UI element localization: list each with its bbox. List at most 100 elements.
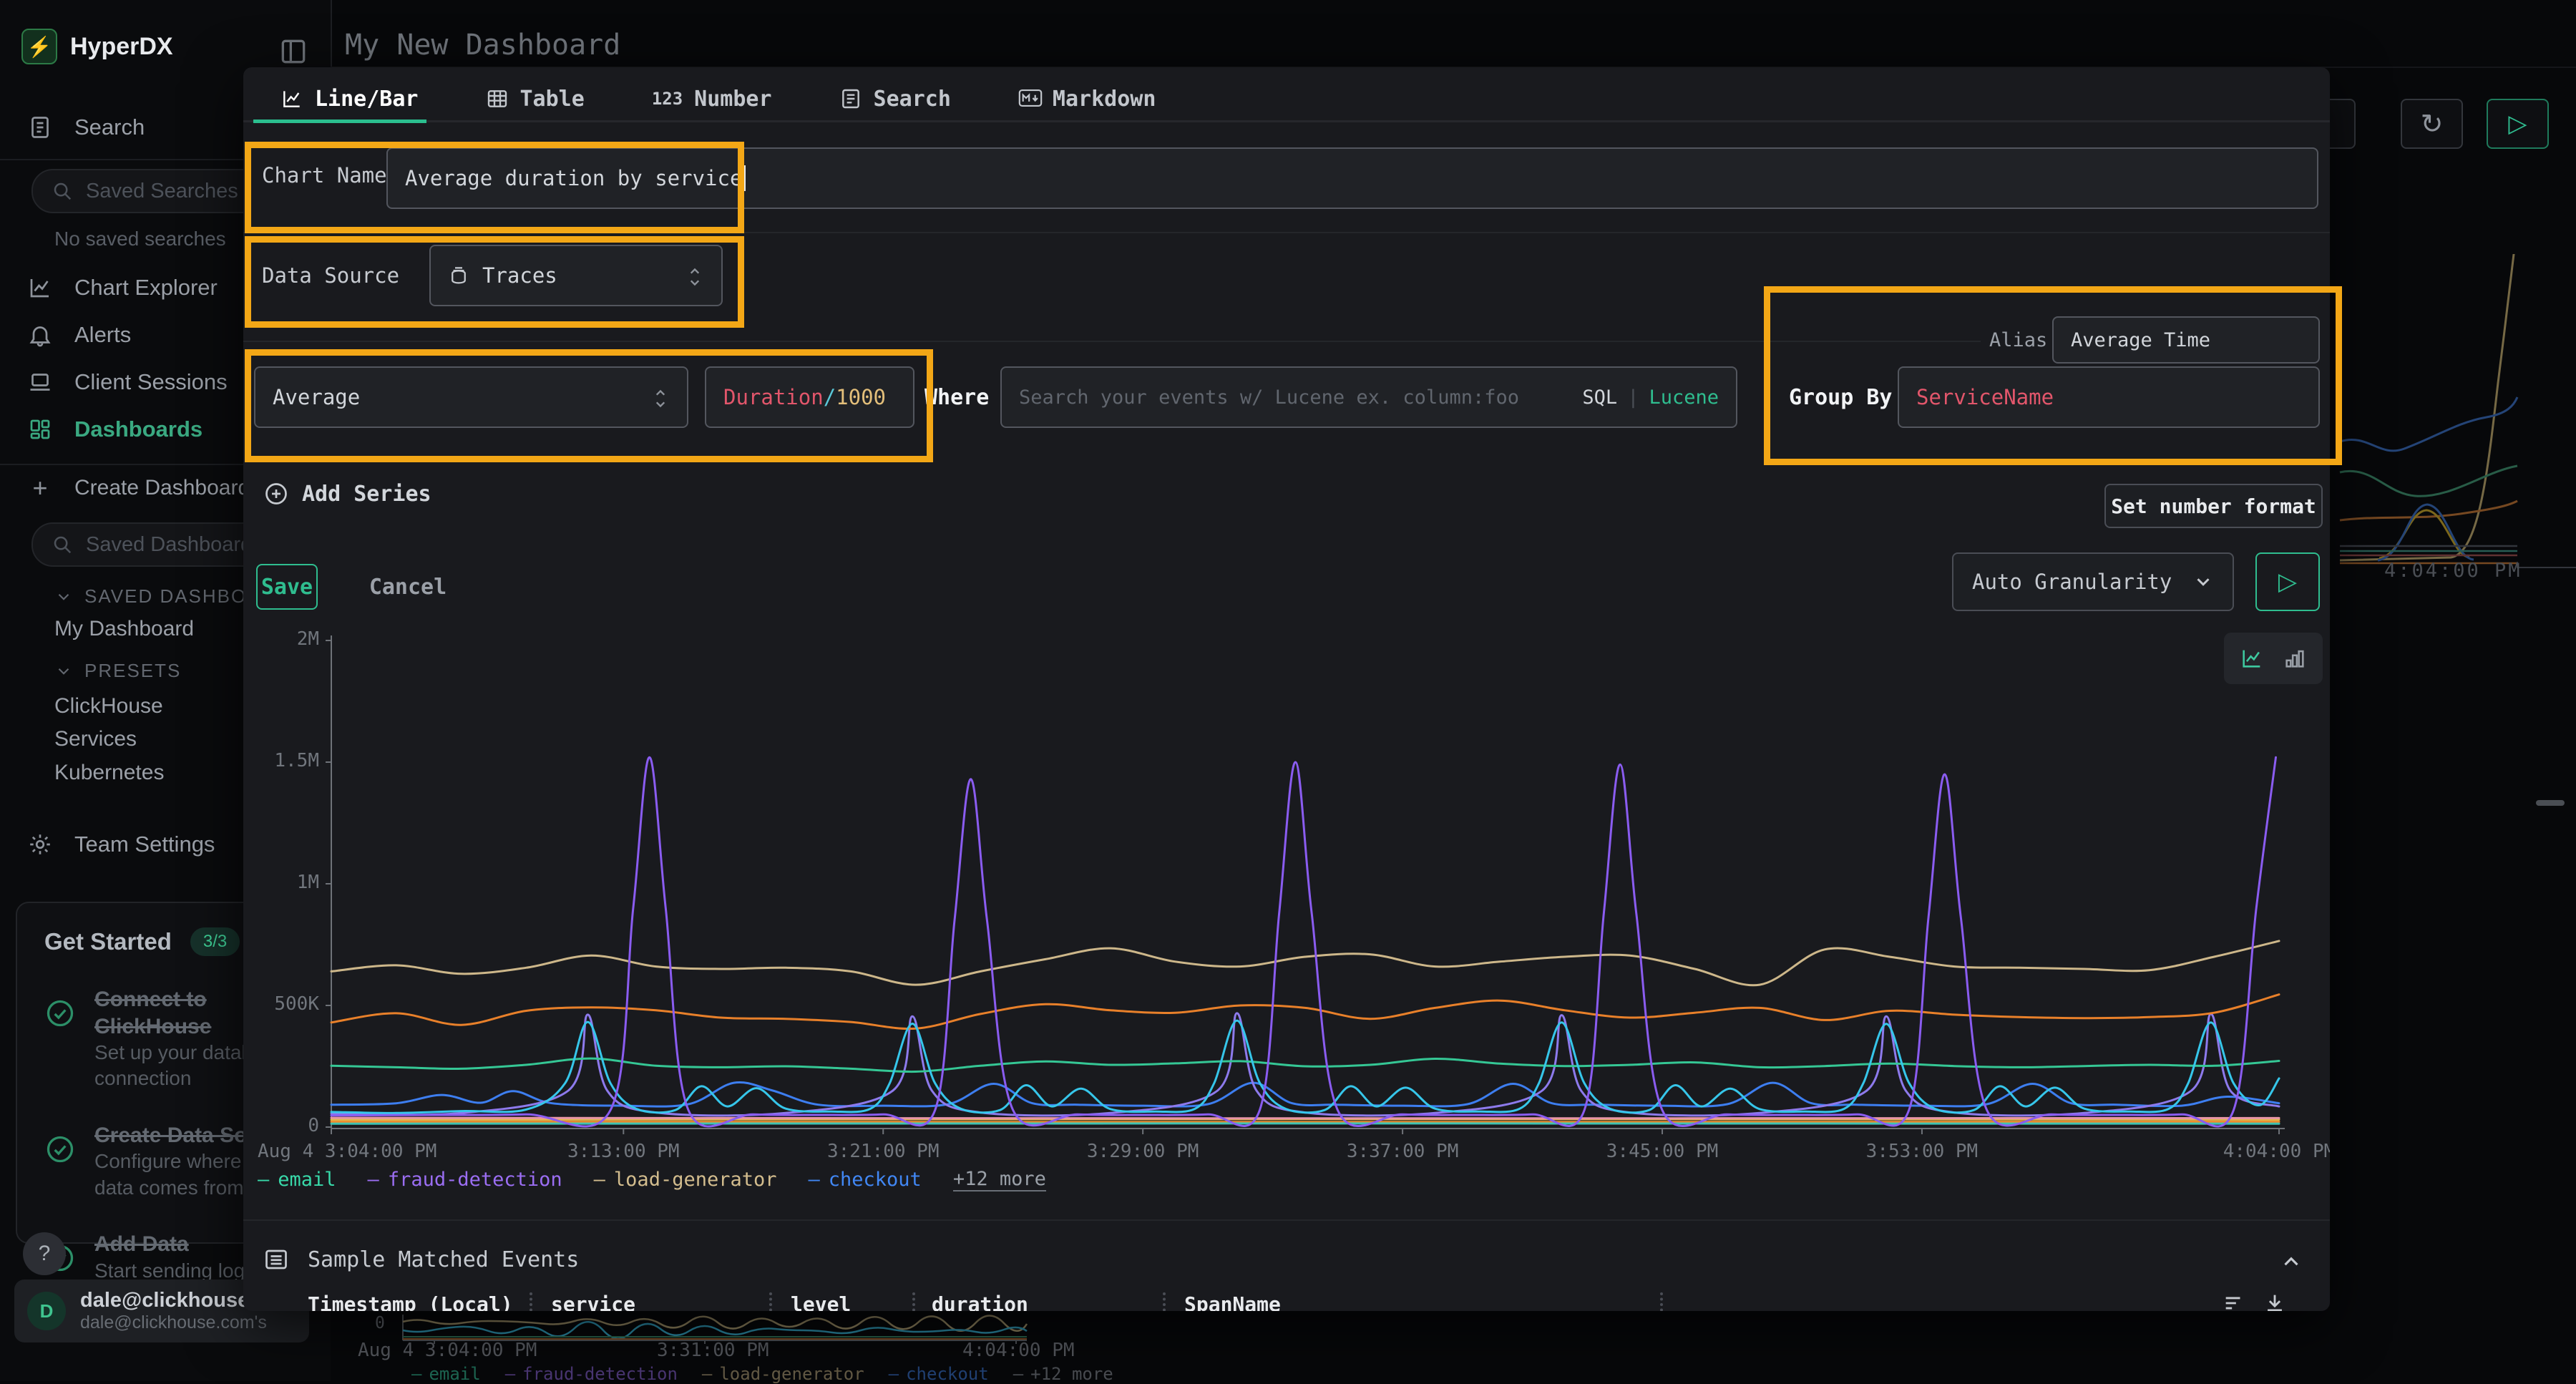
series-line-unlabeled-pink-flat[interactable] <box>331 1118 2279 1119</box>
series-line-fraud-detection[interactable] <box>331 757 2276 1126</box>
tab-label: Search <box>874 87 951 112</box>
database-icon <box>448 265 469 286</box>
column-separator[interactable] <box>769 1292 775 1311</box>
chevron-up-icon <box>2279 1249 2303 1274</box>
divider <box>243 341 1981 342</box>
timeseries-chart[interactable] <box>326 630 2286 1138</box>
panel-collapse-icon <box>278 36 309 67</box>
where-placeholder: Search your events w/ Lucene ex. column:… <box>1019 386 1519 409</box>
set-number-format-button[interactable]: Set number format <box>2104 484 2323 528</box>
plus-circle-icon <box>263 481 289 507</box>
x-axis-tick-label: 3:45:00 PM <box>1606 1141 1719 1162</box>
x-axis-tick-label: 3:29:00 PM <box>1087 1141 1199 1162</box>
expression-token: / <box>824 385 836 409</box>
table-column-header[interactable]: SpanName <box>1184 1292 1281 1311</box>
toggle-divider: | <box>1627 386 1639 409</box>
aggregation-select[interactable]: Average <box>254 366 688 428</box>
legend-more-button[interactable]: +12 more <box>953 1168 1046 1191</box>
sample-matched-events-header: Sample Matched Events <box>263 1247 579 1272</box>
alias-value: Average Time <box>2071 329 2210 351</box>
where-label: Where <box>924 385 989 410</box>
tab-number[interactable]: 123 Number <box>652 87 772 112</box>
table-column-header[interactable]: level <box>791 1292 851 1311</box>
sidebar-collapse-button[interactable] <box>278 36 309 67</box>
page-title: My New Dashboard <box>345 29 620 62</box>
data-source-value: Traces <box>482 263 557 288</box>
legend-dash: — <box>258 1169 269 1191</box>
column-separator[interactable] <box>912 1292 918 1311</box>
document-list-icon <box>839 87 862 110</box>
add-series-label: Add Series <box>302 482 431 507</box>
tab-table[interactable]: Table <box>486 87 585 112</box>
data-source-label: Data Source <box>262 263 399 288</box>
collapse-section-button[interactable] <box>2279 1249 2303 1274</box>
group-by-label: Group By <box>1789 385 1893 410</box>
table-icon <box>486 87 509 110</box>
table-column-header[interactable]: service <box>551 1292 635 1311</box>
y-axis-tick-label: 1.5M <box>249 750 319 771</box>
column-separator[interactable] <box>530 1292 535 1311</box>
legend-item-email[interactable]: —email <box>258 1169 336 1191</box>
granularity-value: Auto Granularity <box>1972 570 2172 594</box>
legend-label: load-generator <box>614 1169 777 1191</box>
dashboard-run-button[interactable]: ▷ <box>2487 99 2549 149</box>
lucene-toggle[interactable]: Lucene <box>1649 386 1719 409</box>
x-axis-tick-label: 3:53:00 PM <box>1866 1141 1979 1162</box>
background-chart-right <box>2336 254 2576 572</box>
refresh-icon: ↻ <box>2421 108 2444 140</box>
divider <box>243 232 2330 233</box>
series-line-load-generator[interactable] <box>331 941 2279 985</box>
tabs-divider <box>243 120 2330 122</box>
scrollbar-thumb[interactable] <box>2536 800 2565 806</box>
sort-icon[interactable] <box>2222 1291 2246 1311</box>
legend-dash: — <box>594 1169 605 1191</box>
alias-input[interactable]: Average Time <box>2052 316 2320 364</box>
cancel-button[interactable]: Cancel <box>358 564 458 610</box>
chart-name-label: Chart Name <box>262 163 387 187</box>
text-cursor <box>743 165 746 191</box>
sql-toggle[interactable]: SQL <box>1582 386 1617 409</box>
legend-item-checkout[interactable]: —checkout <box>809 1169 922 1191</box>
run-query-button[interactable]: ▷ <box>2255 552 2320 611</box>
save-button[interactable]: Save <box>256 564 318 610</box>
series-line-checkout[interactable] <box>331 1082 2279 1106</box>
tab-search[interactable]: Search <box>839 87 951 112</box>
y-axis-tick-label: 2M <box>249 628 319 650</box>
tab-label: Line/Bar <box>315 87 419 112</box>
sample-matched-events-title: Sample Matched Events <box>308 1247 579 1272</box>
tab-label: Markdown <box>1053 87 1156 112</box>
tab-markdown[interactable]: Markdown <box>1018 87 1156 112</box>
expression-input[interactable]: Duration/1000 <box>705 366 914 428</box>
download-icon[interactable] <box>2263 1291 2287 1311</box>
y-axis-tick-label: 500K <box>249 993 319 1015</box>
expression-token: Duration <box>723 385 824 409</box>
x-axis-tick-label: 4:04:00 PM <box>2223 1141 2330 1162</box>
granularity-select[interactable]: Auto Granularity <box>1952 552 2234 611</box>
legend-label: fraud-detection <box>388 1169 562 1191</box>
y-axis-tick-label: 1M <box>249 872 319 893</box>
series-line-unlabeled-orange[interactable] <box>331 995 2279 1029</box>
tab-label: Table <box>520 87 585 112</box>
bar-chart-toggle-icon[interactable] <box>2283 646 2307 671</box>
x-axis-tick-label: Aug 4 3:04:00 PM <box>258 1141 436 1162</box>
series-line-email[interactable] <box>331 1058 2279 1071</box>
y-axis-tick-label: 0 <box>249 1115 319 1136</box>
divider <box>243 1219 2330 1221</box>
chart-legend: —email—fraud-detection—load-generator—ch… <box>258 1168 1046 1191</box>
tab-line-bar[interactable]: Line/Bar <box>280 87 419 112</box>
column-separator[interactable] <box>1660 1292 1666 1311</box>
data-source-select[interactable]: Traces <box>429 245 723 306</box>
group-by-input[interactable]: ServiceName <box>1898 366 2320 428</box>
legend-item-load-generator[interactable]: — load-generator <box>594 1169 777 1191</box>
legend-item-fraud-detection[interactable]: —fraud-detection <box>368 1169 562 1191</box>
background-chart-x-label: 4:04:00 PM <box>2384 560 2522 582</box>
where-search-input[interactable]: Search your events w/ Lucene ex. column:… <box>1000 366 1737 428</box>
add-series-button[interactable]: Add Series <box>263 481 431 507</box>
table-column-header[interactable]: duration <box>932 1292 1028 1311</box>
background-chart-x-tick: Aug 4 3:04:00 PM <box>358 1340 537 1361</box>
chart-name-input[interactable]: Average duration by service <box>386 147 2318 209</box>
column-separator[interactable] <box>1163 1292 1169 1311</box>
legend-label: checkout <box>829 1169 922 1191</box>
refresh-button[interactable]: ↻ <box>2401 99 2463 149</box>
table-column-header[interactable]: Timestamp (Local) <box>308 1292 513 1311</box>
